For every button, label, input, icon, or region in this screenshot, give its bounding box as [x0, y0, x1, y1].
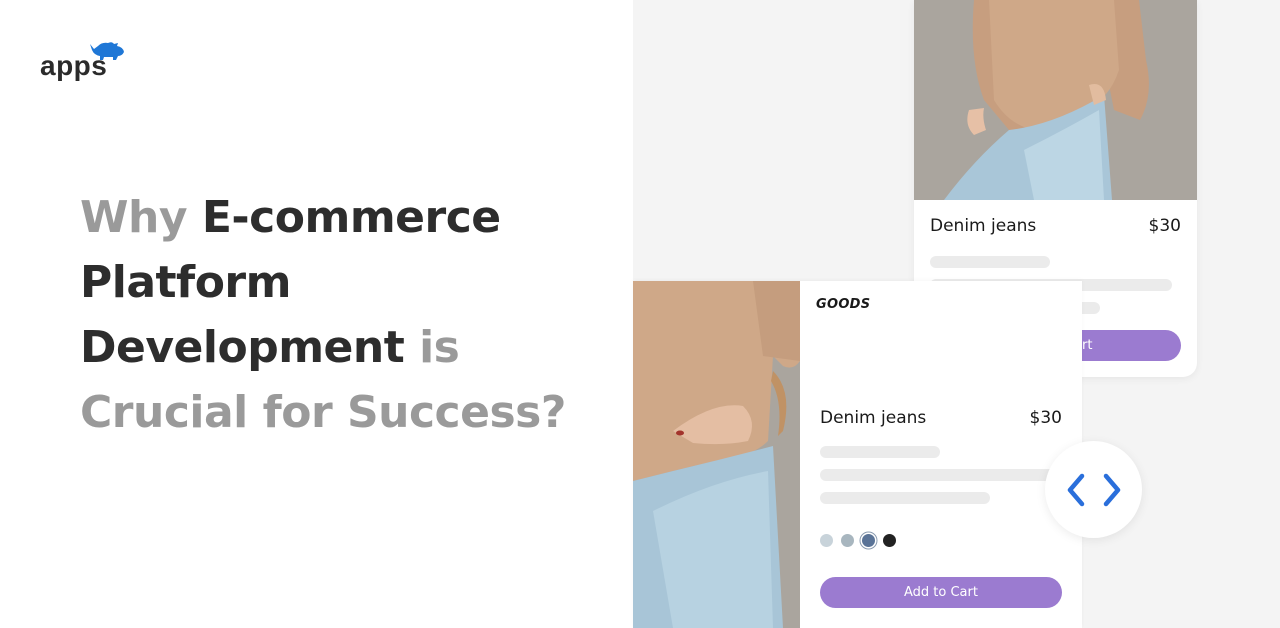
product-image: [914, 0, 1197, 200]
headline-development: Development: [80, 322, 405, 373]
headline-ecommerce: E-commerce: [201, 192, 501, 243]
color-swatches: [820, 534, 896, 547]
rhino-icon: [90, 42, 124, 60]
product-price: $30: [1148, 216, 1181, 236]
product-price: $30: [1029, 408, 1062, 428]
code-badge: [1045, 441, 1142, 538]
skeleton-line: [820, 492, 990, 504]
headline-is: is: [404, 322, 460, 373]
product-image: [633, 281, 800, 628]
skeleton-line: [930, 256, 1050, 268]
add-to-cart-button[interactable]: Add to Cart: [820, 577, 1062, 608]
color-swatch-light-gray[interactable]: [820, 534, 833, 547]
product-card-bottom[interactable]: GOODS Denim jeans $30 Add to Cart: [633, 281, 1082, 628]
brand-logo[interactable]: apps: [40, 40, 130, 84]
hero-left-panel: apps Why E-commerce Platform Development…: [0, 0, 633, 628]
skeleton-line: [820, 446, 940, 458]
code-brackets-icon: [1067, 473, 1120, 506]
product-name[interactable]: Denim jeans: [930, 216, 1036, 236]
color-swatch-denim-blue[interactable]: [862, 534, 875, 547]
model-photo: [914, 0, 1197, 200]
headline-why: Why: [80, 192, 202, 243]
product-name[interactable]: Denim jeans: [820, 408, 926, 428]
skeleton-line: [820, 469, 1062, 481]
product-header: Denim jeans $30: [930, 216, 1181, 236]
headline-platform: Platform: [80, 257, 291, 308]
model-photo-closeup: [633, 281, 800, 628]
product-header: Denim jeans $30: [820, 408, 1062, 428]
color-swatch-gray-blue[interactable]: [841, 534, 854, 547]
page-headline: Why E-commerce Platform Development is C…: [80, 185, 600, 445]
store-label: GOODS: [816, 297, 871, 312]
color-swatch-black[interactable]: [883, 534, 896, 547]
headline-crucial: Crucial for Success?: [80, 387, 566, 438]
